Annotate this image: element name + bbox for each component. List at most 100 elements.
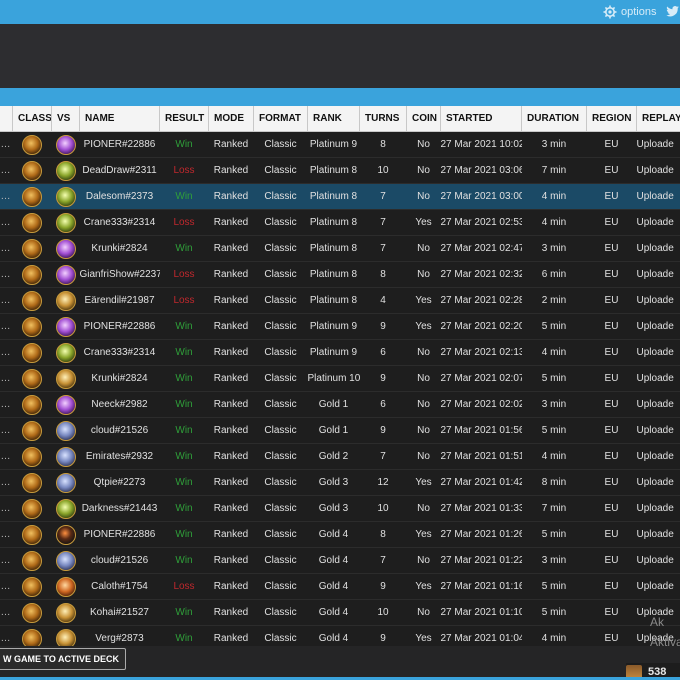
result-cell: Win	[159, 625, 209, 646]
class-cell	[12, 183, 52, 210]
mode-cell: Ranked	[208, 495, 254, 522]
mode-cell: Ranked	[208, 261, 254, 288]
name-cell: PIONER#22886	[79, 521, 160, 548]
result-cell: Loss	[159, 209, 209, 236]
turns-cell: 9	[359, 625, 407, 646]
table-row[interactable]: … Dalesom#2373 Win Ranked Classic Platinum 87…	[0, 183, 680, 210]
class-cell	[12, 131, 52, 158]
coin-cell: No	[406, 547, 441, 574]
opponent-class-icon	[55, 576, 76, 597]
opponent-class-icon	[55, 498, 76, 519]
column-header-replay[interactable]: REPLAY	[636, 106, 680, 132]
row-handle: …	[0, 625, 13, 646]
rank-cell: Platinum 8	[307, 209, 360, 236]
games-table[interactable]: CLASS VS NAME RESULT MODE FORMAT RANK TU…	[0, 106, 680, 646]
row-handle: …	[0, 183, 13, 210]
rank-cell: Platinum 8	[307, 261, 360, 288]
twitter-icon[interactable]	[666, 4, 680, 18]
options-button[interactable]: options	[603, 4, 656, 20]
row-handle: …	[0, 573, 13, 600]
row-handle: …	[0, 469, 13, 496]
started-cell: 27 Mar 2021 02:47	[440, 235, 522, 262]
table-row[interactable]: … Caloth#1754 Loss Ranked Classic Gold 4 9 Yes 2…	[0, 573, 680, 600]
format-cell: Classic	[253, 183, 308, 210]
row-handle: …	[0, 495, 13, 522]
region-cell: EU	[586, 469, 637, 496]
duration-cell: 4 min	[521, 443, 587, 470]
vs-cell	[51, 287, 80, 314]
opponent-class-icon	[55, 602, 76, 623]
table-row[interactable]: … Darkness#21443 Win Ranked Classic Gold 3 10 N…	[0, 495, 680, 522]
table-row[interactable]: … Verg#2873 Win Ranked Classic Gold 4 9 Yes 27 M…	[0, 625, 680, 646]
column-header-mode[interactable]: MODE	[208, 106, 254, 132]
coin-cell: No	[406, 365, 441, 392]
table-row[interactable]: … PIONER#22886 Win Ranked Classic Platinum 99…	[0, 313, 680, 340]
turns-cell: 7	[359, 209, 407, 236]
column-header-class[interactable]: CLASS	[12, 106, 52, 132]
table-row[interactable]: … Crane333#2314 Loss Ranked Classic Platinum …	[0, 209, 680, 236]
region-cell: EU	[586, 183, 637, 210]
duration-cell: 3 min	[521, 235, 587, 262]
table-row[interactable]: … Eärendil#21987 Loss Ranked Classic Platinum…	[0, 287, 680, 314]
row-handle: …	[0, 417, 13, 444]
replay-cell: Uploade	[636, 469, 680, 496]
column-header-handle[interactable]	[0, 106, 13, 132]
table-row[interactable]: … PIONER#22886 Win Ranked Classic Platinum 98…	[0, 131, 680, 158]
table-row[interactable]: … DeadDraw#2311 Loss Ranked Classic Platinum …	[0, 157, 680, 184]
coin-cell: Yes	[406, 625, 441, 646]
class-cell	[12, 365, 52, 392]
vs-cell	[51, 495, 80, 522]
row-handle: …	[0, 391, 13, 418]
duration-cell: 5 min	[521, 521, 587, 548]
column-header-format[interactable]: FORMAT	[253, 106, 308, 132]
table-row[interactable]: … GianfriShow#2237 Loss Ranked Classic Platin…	[0, 261, 680, 288]
column-header-rank[interactable]: RANK	[307, 106, 360, 132]
row-handle: …	[0, 131, 13, 158]
column-header-name[interactable]: NAME	[79, 106, 160, 132]
vs-cell	[51, 469, 80, 496]
vs-cell	[51, 313, 80, 340]
region-cell: EU	[586, 417, 637, 444]
table-row[interactable]: … cloud#21526 Win Ranked Classic Gold 1 9 No 27 …	[0, 417, 680, 444]
vs-cell	[51, 443, 80, 470]
table-row[interactable]: … cloud#21526 Win Ranked Classic Gold 4 7 No 27 …	[0, 547, 680, 574]
section-bar	[0, 88, 680, 106]
table-row[interactable]: … PIONER#22886 Win Ranked Classic Gold 4 8 Yes 2…	[0, 521, 680, 548]
name-cell: Kohai#21527	[79, 599, 160, 626]
column-header-vs[interactable]: VS	[51, 106, 80, 132]
table-row[interactable]: … Crane333#2314 Win Ranked Classic Platinum 9…	[0, 339, 680, 366]
column-header-region[interactable]: REGION	[586, 106, 637, 132]
format-cell: Classic	[253, 339, 308, 366]
row-handle: …	[0, 287, 13, 314]
table-row[interactable]: … Neeck#2982 Win Ranked Classic Gold 1 6 No 27 M…	[0, 391, 680, 418]
duration-cell: 5 min	[521, 573, 587, 600]
move-game-to-active-deck-button[interactable]: W GAME TO ACTIVE DECK	[0, 648, 127, 670]
header-area	[0, 24, 680, 88]
class-icon	[22, 550, 42, 571]
rank-cell: Gold 1	[307, 417, 360, 444]
column-header-duration[interactable]: DURATION	[521, 106, 587, 132]
opponent-class-icon	[55, 134, 76, 155]
result-cell: Win	[159, 521, 209, 548]
column-header-result[interactable]: RESULT	[159, 106, 209, 132]
region-cell: EU	[586, 599, 637, 626]
rank-cell: Platinum 10	[307, 365, 360, 392]
table-row[interactable]: … Emirates#2932 Win Ranked Classic Gold 2 7 No 2…	[0, 443, 680, 470]
column-header-started[interactable]: STARTED	[440, 106, 522, 132]
mode-cell: Ranked	[208, 599, 254, 626]
class-icon	[22, 160, 42, 181]
mode-cell: Ranked	[208, 313, 254, 340]
region-cell: EU	[586, 573, 637, 600]
class-cell	[12, 469, 52, 496]
vs-cell	[51, 209, 80, 236]
table-row[interactable]: … Qtpie#2273 Win Ranked Classic Gold 3 12 Yes 27…	[0, 469, 680, 496]
format-cell: Classic	[253, 417, 308, 444]
turns-cell: 10	[359, 599, 407, 626]
column-header-coin[interactable]: COIN	[406, 106, 441, 132]
table-row[interactable]: … Krunki#2824 Win Ranked Classic Platinum 10 9…	[0, 365, 680, 392]
table-row[interactable]: … Krunki#2824 Win Ranked Classic Platinum 87N…	[0, 235, 680, 262]
table-row[interactable]: … Kohai#21527 Win Ranked Classic Gold 4 10 No 27…	[0, 599, 680, 626]
coin-cell: No	[406, 495, 441, 522]
column-header-turns[interactable]: TURNS	[359, 106, 407, 132]
region-cell: EU	[586, 495, 637, 522]
